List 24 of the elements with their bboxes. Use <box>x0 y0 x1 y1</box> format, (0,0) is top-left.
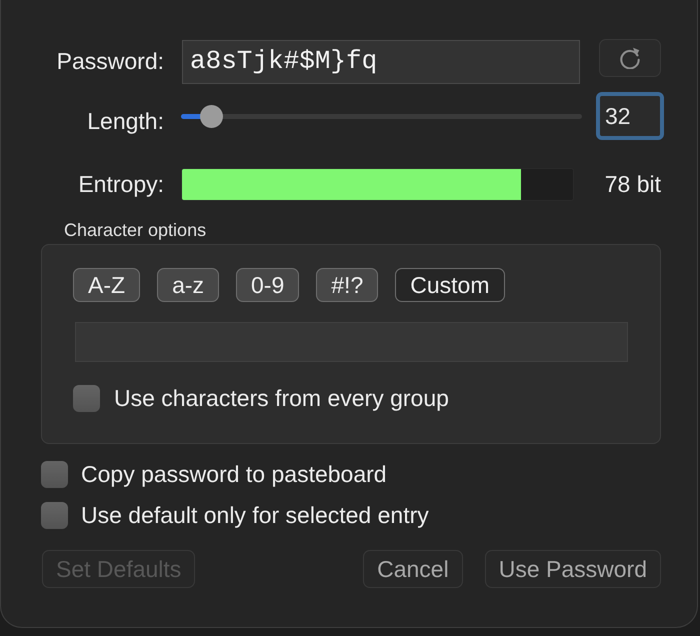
charset-toggle[interactable]: 0-9 <box>236 268 300 302</box>
section-title: Character options <box>64 219 206 242</box>
charset-toggle[interactable]: Custom <box>395 268 504 302</box>
charset-toggle[interactable]: #!? <box>316 268 378 302</box>
length-field[interactable]: 32 <box>596 92 664 140</box>
dialog-button[interactable]: Cancel <box>363 550 463 588</box>
checkbox-label: Copy password to pasteboard <box>81 460 387 490</box>
length-label: Length: <box>86 106 164 136</box>
refresh-icon <box>619 47 641 69</box>
entropy-label: Entropy: <box>77 170 164 200</box>
checkbox-label: Use default only for selected entry <box>81 501 429 530</box>
checkbox[interactable] <box>41 502 68 529</box>
password-label: Password: <box>56 47 164 76</box>
checkbox[interactable] <box>41 461 68 488</box>
checkbox-label: Use characters from every group <box>114 384 449 413</box>
charset-toggle[interactable]: a-z <box>157 268 220 302</box>
charset-toggle[interactable]: A-Z <box>73 268 140 302</box>
length-slider[interactable] <box>181 104 582 128</box>
password-field[interactable]: a8sTjk#$M}fq <box>182 40 580 84</box>
checkbox[interactable] <box>73 384 100 412</box>
entropy-reading: 78 bit <box>604 170 661 200</box>
slider-thumb[interactable] <box>200 104 224 128</box>
refresh-button[interactable] <box>599 39 661 77</box>
dialog-button[interactable]: Use Password <box>484 550 661 588</box>
